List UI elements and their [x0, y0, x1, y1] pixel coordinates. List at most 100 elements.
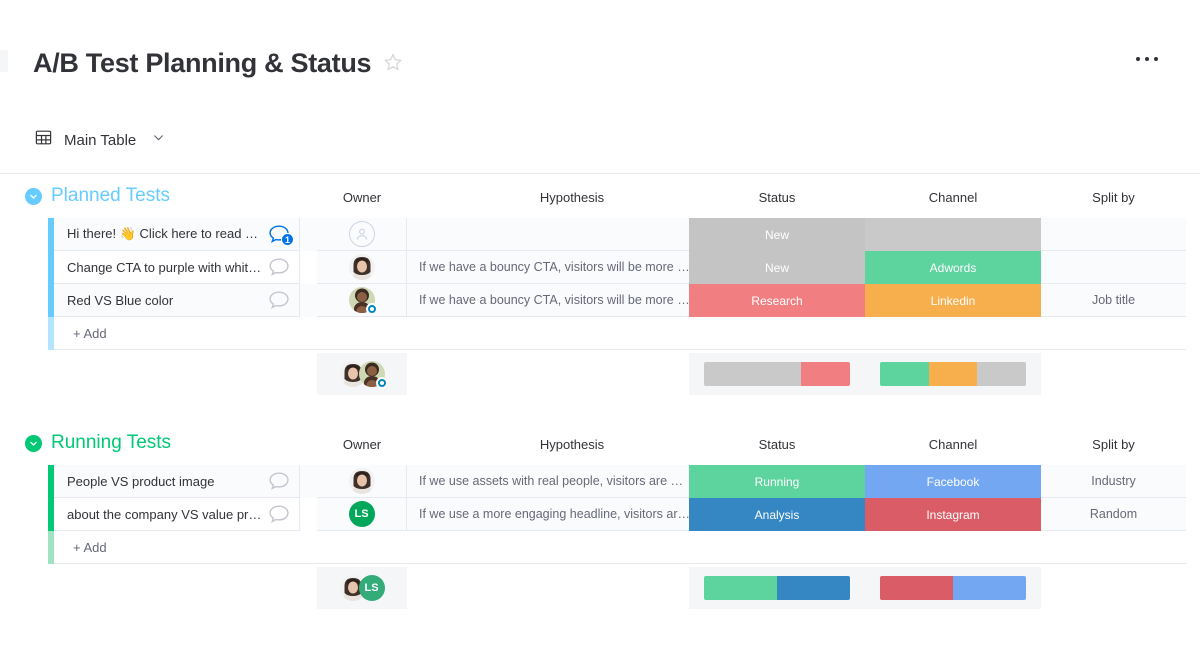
table-row[interactable]: Hi there! 👋 Click here to read about … 1 N…: [48, 218, 1186, 251]
battery-segment: [801, 362, 850, 386]
cell-channel[interactable]: Instagram: [865, 498, 1041, 531]
cell-item-name[interactable]: Change CTA to purple with white text: [54, 251, 300, 284]
cell-split-by[interactable]: [1041, 251, 1186, 284]
avatar-photo: [349, 468, 375, 494]
more-options-icon[interactable]: [1136, 57, 1158, 61]
column-header-status[interactable]: Status: [689, 435, 865, 463]
column-header-split-by[interactable]: Split by: [1041, 188, 1186, 216]
cell-status[interactable]: Analysis: [689, 498, 865, 531]
cell-owner[interactable]: [317, 218, 407, 251]
chat-bubble-icon[interactable]: [268, 257, 290, 277]
chat-bubble-icon[interactable]: 1: [268, 224, 290, 244]
summary-status-battery: [689, 353, 865, 395]
cell-channel[interactable]: Linkedin: [865, 284, 1041, 317]
battery-segment: [977, 362, 1026, 386]
item-name-text: Change CTA to purple with white text: [67, 260, 263, 275]
cell-owner[interactable]: [317, 465, 407, 498]
chat-bubble-icon[interactable]: [268, 504, 290, 524]
tab-label: Main Table: [64, 132, 136, 149]
cell-item-name[interactable]: Hi there! 👋 Click here to read about … 1: [54, 218, 300, 251]
add-item-row[interactable]: + Add: [48, 531, 1186, 564]
cell-hypothesis[interactable]: If we have a bouncy CTA, visitors will b…: [407, 284, 737, 317]
group-title[interactable]: Planned Tests: [51, 182, 170, 210]
summary-owners: [317, 353, 407, 395]
item-name-text: Red VS Blue color: [67, 293, 173, 308]
table-row[interactable]: Red VS Blue color If we have a bouncy CTA…: [48, 284, 1186, 317]
star-icon[interactable]: [383, 52, 403, 77]
battery-bar: [704, 362, 850, 386]
table-row[interactable]: about the company VS value proposi… LS If …: [48, 498, 1186, 531]
cell-owner[interactable]: LS: [317, 498, 407, 531]
avatar[interactable]: [349, 468, 375, 494]
cell-hypothesis[interactable]: If we use assets with real people, visit…: [407, 465, 737, 498]
avatar[interactable]: LS: [349, 501, 375, 527]
column-header-hypothesis[interactable]: Hypothesis: [407, 435, 737, 463]
avatar-stack: [340, 361, 385, 387]
avatar-initials: LS: [349, 501, 375, 527]
group-collapse-toggle[interactable]: [25, 188, 42, 205]
cell-hypothesis[interactable]: [407, 218, 737, 251]
view-tab-bar: Main Table: [0, 118, 1200, 174]
avatar[interactable]: [359, 361, 385, 387]
column-header-hypothesis[interactable]: Hypothesis: [407, 188, 737, 216]
battery-segment: [880, 362, 929, 386]
kebab-dot-1: [1136, 57, 1140, 61]
avatar[interactable]: LS: [359, 575, 385, 601]
group-header-row: Planned TestsOwnerHypothesisStatusChanne…: [0, 188, 1200, 218]
avatar[interactable]: [349, 221, 375, 247]
column-header-owner[interactable]: Owner: [317, 188, 407, 216]
group-title[interactable]: Running Tests: [51, 429, 171, 457]
cell-item-name[interactable]: Red VS Blue color: [54, 284, 300, 317]
item-name-text: Hi there! 👋 Click here to read about …: [67, 226, 263, 242]
page-title: A/B Test Planning & Status: [33, 44, 371, 82]
hypothesis-text: If we have a bouncy CTA, visitors will b…: [419, 293, 724, 307]
cell-split-by[interactable]: Industry: [1041, 465, 1186, 498]
group-summary-row: LS: [48, 567, 1186, 609]
battery-bar: [880, 362, 1026, 386]
avatar[interactable]: [349, 287, 375, 313]
board-group: Planned TestsOwnerHypothesisStatusChanne…: [0, 188, 1200, 218]
cell-status[interactable]: Research: [689, 284, 865, 317]
table-row[interactable]: Change CTA to purple with white text If w…: [48, 251, 1186, 284]
cell-split-by[interactable]: [1041, 218, 1186, 251]
kebab-dot-3: [1154, 57, 1158, 61]
table-grid-icon: [34, 128, 53, 152]
kebab-dot-2: [1145, 57, 1149, 61]
column-header-owner[interactable]: Owner: [317, 435, 407, 463]
avatar-photo: [349, 254, 375, 280]
column-header-status[interactable]: Status: [689, 188, 865, 216]
cell-hypothesis[interactable]: If we have a bouncy CTA, visitors will b…: [407, 251, 737, 284]
summary-owners: LS: [317, 567, 407, 609]
chat-bubble-icon[interactable]: [268, 290, 290, 310]
cell-channel[interactable]: Facebook: [865, 465, 1041, 498]
chevron-down-icon[interactable]: [152, 131, 165, 149]
cell-channel[interactable]: [865, 218, 1041, 251]
table-row[interactable]: People VS product image If we use assets …: [48, 465, 1186, 498]
avatar-status-badge: [376, 377, 388, 389]
item-name-text: People VS product image: [67, 474, 214, 489]
cell-split-by[interactable]: Job title: [1041, 284, 1186, 317]
battery-segment: [880, 576, 953, 600]
cell-owner[interactable]: [317, 284, 407, 317]
cell-status[interactable]: New: [689, 218, 865, 251]
cell-split-by[interactable]: Random: [1041, 498, 1186, 531]
column-header-channel[interactable]: Channel: [865, 188, 1041, 216]
column-header-split-by[interactable]: Split by: [1041, 435, 1186, 463]
cell-status[interactable]: New: [689, 251, 865, 284]
cell-channel[interactable]: Adwords: [865, 251, 1041, 284]
cell-item-name[interactable]: about the company VS value proposi…: [54, 498, 300, 531]
board-header: A/B Test Planning & Status: [0, 0, 1200, 112]
avatar[interactable]: [349, 254, 375, 280]
cell-status[interactable]: Running: [689, 465, 865, 498]
cell-item-name[interactable]: People VS product image: [54, 465, 300, 498]
chat-bubble-icon[interactable]: [268, 471, 290, 491]
hypothesis-text: If we use a more engaging headline, visi…: [419, 507, 724, 521]
cell-hypothesis[interactable]: If we use a more engaging headline, visi…: [407, 498, 737, 531]
cell-owner[interactable]: [317, 251, 407, 284]
column-header-channel[interactable]: Channel: [865, 435, 1041, 463]
battery-segment: [704, 576, 777, 600]
add-item-row[interactable]: + Add: [48, 317, 1186, 350]
comment-count-badge: 1: [281, 233, 294, 246]
group-collapse-toggle[interactable]: [25, 435, 42, 452]
tab-main-table[interactable]: Main Table: [30, 124, 169, 156]
